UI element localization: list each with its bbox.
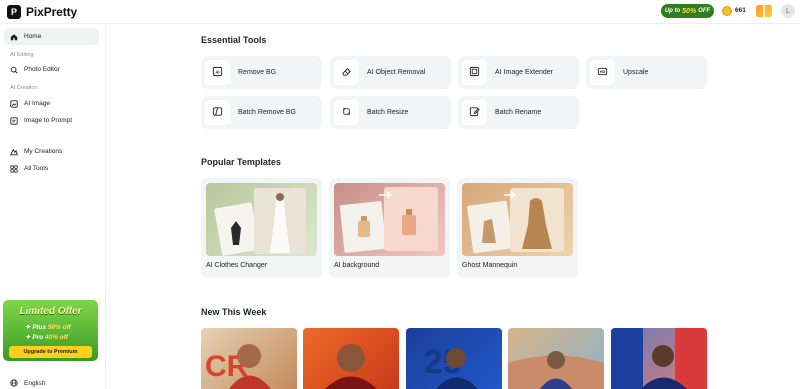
home-icon xyxy=(10,33,18,41)
logo-text: PixPretty xyxy=(26,5,78,19)
promo-suffix: OFF xyxy=(698,8,711,14)
offer-plus-pct: 50% off xyxy=(47,324,71,331)
new-item-card[interactable] xyxy=(611,328,707,389)
tool-label: Remove BG xyxy=(238,69,277,76)
ai-frame-icon: AI xyxy=(212,64,223,82)
template-thumbnail xyxy=(334,183,445,256)
tool-remove-bg[interactable]: AI Remove BG xyxy=(201,56,322,89)
svg-text:AI: AI xyxy=(215,69,219,74)
sidebar-item-my-creations[interactable]: My Creations xyxy=(4,143,99,160)
new-this-week-title: New This Week xyxy=(201,307,267,317)
promo-pill-button[interactable]: Up to 50% OFF xyxy=(661,4,714,18)
grid-icon xyxy=(10,164,18,173)
tool-label: Upscale xyxy=(623,69,649,76)
new-item-card[interactable] xyxy=(303,328,399,389)
tool-ai-object-removal[interactable]: AI Object Removal xyxy=(330,56,451,89)
tool-label: Batch Rename xyxy=(495,109,542,116)
sidebar-item-home[interactable]: Home xyxy=(4,28,99,45)
offer-title: Limited Offer xyxy=(19,306,82,317)
tool-ai-image-extender[interactable]: AI Image Extender xyxy=(458,56,579,89)
tool-label: Batch Resize xyxy=(367,109,409,116)
sidebar-item-all-tools[interactable]: All Tools xyxy=(4,160,99,177)
tool-label: Batch Remove BG xyxy=(238,109,296,116)
template-ghost-mannequin[interactable]: Ghost Mannequin xyxy=(457,178,578,278)
sidebar-item-label: Photo Editor xyxy=(24,66,60,73)
tool-label: AI Object Removal xyxy=(367,69,426,76)
promo-prefix: Up to xyxy=(664,8,681,14)
avatar[interactable]: L xyxy=(781,4,795,18)
eraser-icon xyxy=(341,64,352,82)
template-label: AI Clothes Changer xyxy=(206,262,268,269)
logo[interactable]: P PixPretty xyxy=(7,4,77,20)
tool-label: AI Image Extender xyxy=(495,69,553,76)
sidebar-item-label: All Tools xyxy=(24,165,49,172)
limited-offer-card[interactable]: Limited Offer ✦ Plus 50% off ✦ Pro 40% o… xyxy=(3,300,98,361)
offer-pro-label: Pro xyxy=(32,334,44,341)
language-label: English xyxy=(24,379,46,387)
sidebar-item-image-to-prompt[interactable]: Image to Prompt xyxy=(4,112,99,129)
credits-count[interactable]: 661 xyxy=(735,7,746,14)
sidebar-item-ai-image[interactable]: AI Image xyxy=(4,95,99,112)
template-ai-clothes-changer[interactable]: AI Clothes Changer xyxy=(201,178,322,278)
batch-frame-icon xyxy=(212,104,223,122)
promo-highlight: 50% xyxy=(682,7,697,15)
template-ai-background[interactable]: AI background xyxy=(329,178,450,278)
tool-batch-resize[interactable]: Batch Resize xyxy=(330,96,451,129)
sidebar: Home AI Editing Photo Editor AI Creation… xyxy=(0,24,106,389)
upgrade-button[interactable]: Upgrade to Premium xyxy=(9,346,92,358)
edit-icon xyxy=(469,104,480,122)
new-item-card[interactable] xyxy=(508,328,604,389)
top-bar: P PixPretty Up to 50% OFF 661 L xyxy=(0,0,800,24)
logo-mark-icon: P xyxy=(7,5,21,19)
hd-icon: HD xyxy=(597,64,608,82)
gift-icon[interactable] xyxy=(756,5,772,17)
creations-icon xyxy=(10,148,18,156)
template-label: AI background xyxy=(334,262,380,269)
template-thumbnail xyxy=(462,183,573,256)
svg-text:HD: HD xyxy=(600,70,606,74)
tool-batch-rename[interactable]: Batch Rename xyxy=(458,96,579,129)
ai-image-icon xyxy=(10,99,18,108)
offer-plus-label: Plus xyxy=(32,324,46,331)
new-item-card[interactable]: 25 xyxy=(406,328,502,389)
template-label: Ghost Mannequin xyxy=(462,262,518,269)
language-selector[interactable]: English xyxy=(10,379,45,387)
offer-pro-pct: 40% off xyxy=(44,334,68,341)
sidebar-item-label: AI Image xyxy=(24,100,51,107)
globe-icon xyxy=(10,379,18,387)
section-label-creation: AI Creation xyxy=(10,85,38,91)
section-label-editing: AI Editing xyxy=(10,52,34,58)
new-item-card[interactable]: CR xyxy=(201,328,297,389)
resize-icon xyxy=(341,104,352,122)
image-to-prompt-icon xyxy=(10,116,18,125)
sidebar-item-label: Home xyxy=(24,33,42,40)
template-thumbnail xyxy=(206,183,317,256)
expand-icon xyxy=(469,64,480,82)
tool-batch-remove-bg[interactable]: Batch Remove BG xyxy=(201,96,322,129)
photo-editor-icon xyxy=(10,66,18,74)
popular-templates-title: Popular Templates xyxy=(201,157,281,167)
essential-tools-title: Essential Tools xyxy=(201,35,267,45)
coin-icon xyxy=(722,6,732,16)
offer-pro-line: ✦ Pro 40% off xyxy=(25,334,68,341)
sidebar-item-photo-editor[interactable]: Photo Editor xyxy=(4,61,99,78)
offer-plus-line: ✦ Plus 50% off xyxy=(25,324,71,331)
sidebar-item-label: Image to Prompt xyxy=(24,117,73,124)
tool-upscale[interactable]: HD Upscale xyxy=(586,56,707,89)
sidebar-item-label: My Creations xyxy=(24,148,63,155)
